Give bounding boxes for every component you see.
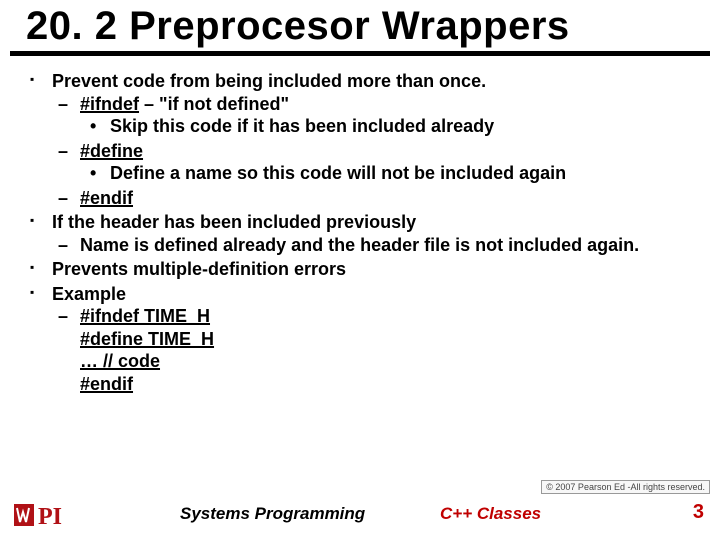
code-line: #define TIME_H <box>80 329 214 349</box>
bullet-define: #define Define a name so this code will … <box>52 140 702 185</box>
example-block: #ifndef TIME_H #define TIME_H … // code … <box>52 305 702 395</box>
code-line: #ifndef TIME_H <box>80 306 210 326</box>
bullet-define-desc: Define a name so this code will not be i… <box>80 162 702 185</box>
bullet-ifndef: #ifndef – "if not defined" Skip this cod… <box>52 93 702 138</box>
footer-center-text: Systems Programming <box>180 504 365 524</box>
slide-title: 20. 2 Preprocesor Wrappers <box>26 4 720 49</box>
code-endif: #endif <box>80 188 133 208</box>
code-ifndef: #ifndef <box>80 94 139 114</box>
footer-right-text: C++ Classes <box>440 504 541 524</box>
bullet-header-prev: If the header has been included previous… <box>26 211 702 256</box>
bullet-endif: #endif <box>52 187 702 210</box>
bullet-name-defined: Name is defined already and the header f… <box>52 234 702 257</box>
bullet-skip: Skip this code if it has been included a… <box>80 115 702 138</box>
bullet-text: Prevent code from being included more th… <box>52 71 486 91</box>
bullet-prevent: Prevent code from being included more th… <box>26 70 702 209</box>
bullet-text: – "if not defined" <box>139 94 289 114</box>
wpi-logo: PI <box>14 500 92 530</box>
copyright-text: © 2007 Pearson Ed -All rights reserved. <box>541 480 710 494</box>
bullet-prevents-errors: Prevents multiple-definition errors <box>26 258 702 281</box>
code-line: … // code <box>80 351 160 371</box>
code-line: #endif <box>80 374 133 394</box>
slide-body: Prevent code from being included more th… <box>0 56 720 395</box>
svg-text:PI: PI <box>38 504 62 530</box>
slide-footer: PI Systems Programming C++ Classes 3 <box>0 494 720 534</box>
code-define: #define <box>80 141 143 161</box>
bullet-text: Example <box>52 284 126 304</box>
bullet-example: Example #ifndef TIME_H #define TIME_H … … <box>26 283 702 396</box>
page-number: 3 <box>693 501 704 524</box>
bullet-text: If the header has been included previous… <box>52 212 416 232</box>
